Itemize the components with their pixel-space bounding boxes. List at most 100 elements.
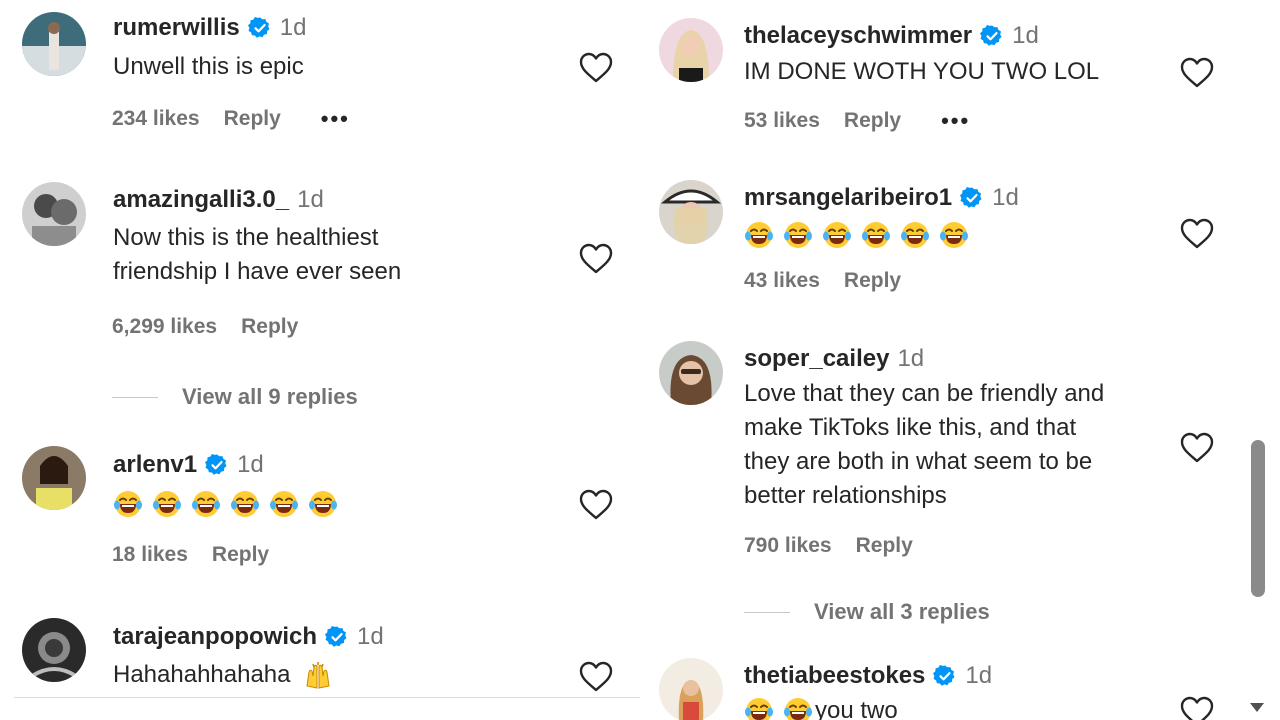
comment-text-line: friendship I have ever seen [113, 258, 402, 285]
comments-column-left: rumerwillis 1d Unwell this is epic 234 l… [0, 0, 640, 720]
replies-divider-line [112, 396, 158, 398]
face-with-tears-of-joy-icon [744, 696, 774, 720]
reply-button[interactable]: Reply [844, 269, 901, 293]
comment-text: Unwell this is epic [113, 53, 304, 80]
reply-button[interactable]: Reply [224, 107, 281, 131]
scrollbar-thumb[interactable] [1251, 440, 1265, 597]
like-heart-icon[interactable] [1180, 696, 1214, 720]
comment-text: Love that they can be friendly and make … [744, 377, 1104, 513]
comment-text-row: you two [744, 694, 898, 720]
username-link[interactable]: thelaceyschwimmer [744, 22, 972, 50]
verified-badge-icon [248, 16, 272, 40]
view-replies-button[interactable]: View all 3 replies [744, 599, 990, 625]
face-with-tears-of-joy-icon [783, 220, 813, 250]
comment-username-row: tarajeanpopowich 1d [113, 623, 384, 651]
avatar[interactable] [22, 12, 86, 76]
username-link[interactable]: arlenv1 [113, 451, 197, 479]
avatar[interactable] [659, 341, 723, 405]
likes-count[interactable]: 234 likes [112, 107, 200, 131]
username-link[interactable]: soper_cailey [744, 345, 889, 373]
face-with-tears-of-joy-icon [113, 489, 143, 519]
username-link[interactable]: thetiabeestokes [744, 662, 925, 690]
like-heart-icon[interactable] [1180, 432, 1214, 464]
face-with-tears-of-joy-icon [783, 696, 813, 720]
likes-count[interactable]: 6,299 likes [112, 315, 217, 339]
comment-time[interactable]: 1d [280, 14, 307, 42]
like-heart-icon[interactable] [579, 52, 613, 84]
verified-badge-icon [960, 186, 984, 210]
more-options-icon[interactable]: ••• [321, 106, 350, 132]
comment-username-row: arlenv1 1d [113, 451, 264, 479]
comment-username-row: soper_cailey 1d [744, 345, 924, 373]
scrollbar-track[interactable] [1242, 0, 1280, 720]
comment-username-row: amazingalli3.0_ 1d [113, 186, 324, 214]
avatar[interactable] [659, 180, 723, 244]
view-replies-button[interactable]: View all 9 replies [112, 384, 358, 410]
reply-button[interactable]: Reply [856, 534, 913, 558]
comment-username-row: mrsangelaribeiro1 1d [744, 184, 1019, 212]
avatar[interactable] [22, 182, 86, 246]
avatar[interactable] [22, 446, 86, 510]
face-with-tears-of-joy-icon [900, 220, 930, 250]
face-with-tears-of-joy-icon [822, 220, 852, 250]
comment-username-row: thetiabeestokes 1d [744, 662, 992, 690]
face-with-tears-of-joy-icon [939, 220, 969, 250]
comment-time[interactable]: 1d [965, 662, 992, 690]
face-with-tears-of-joy-icon [191, 489, 221, 519]
avatar[interactable] [659, 658, 723, 720]
like-heart-icon[interactable] [579, 243, 613, 275]
username-link[interactable]: rumerwillis [113, 14, 240, 42]
face-with-tears-of-joy-icon [744, 220, 774, 250]
comment-actions: 234 likes Reply ••• [112, 106, 350, 132]
face-with-tears-of-joy-icon [152, 489, 182, 519]
face-with-tears-of-joy-icon [230, 489, 260, 519]
comment-time[interactable]: 1d [992, 184, 1019, 212]
comment-time[interactable]: 1d [297, 186, 324, 214]
comment-text-line: they are both in what seem to be [744, 448, 1093, 475]
face-with-tears-of-joy-icon [308, 489, 338, 519]
username-link[interactable]: tarajeanpopowich [113, 623, 317, 651]
reply-button[interactable]: Reply [241, 315, 298, 339]
comment-actions: 53 likes Reply ••• [744, 108, 970, 134]
reply-button[interactable]: Reply [212, 543, 269, 567]
like-heart-icon[interactable] [579, 489, 613, 521]
comment-text: you two [815, 697, 898, 720]
username-link[interactable]: amazingalli3.0_ [113, 186, 289, 214]
comment-text-line: better relationships [744, 482, 947, 509]
comment-emoji-row [113, 486, 347, 520]
verified-badge-icon [933, 664, 957, 688]
comment-actions: 43 likes Reply [744, 269, 941, 293]
like-heart-icon[interactable] [579, 661, 613, 693]
face-with-tears-of-joy-icon [861, 220, 891, 250]
comments-column-right: thelaceyschwimmer 1d IM DONE WOTH YOU TW… [640, 0, 1242, 720]
face-with-tears-of-joy-icon [269, 489, 299, 519]
comment-username-row: thelaceyschwimmer 1d [744, 22, 1039, 50]
reply-button[interactable]: Reply [844, 109, 901, 133]
comment-time[interactable]: 1d [897, 345, 924, 373]
avatar[interactable] [659, 18, 723, 82]
comment-text: Hahahahhahaha [113, 661, 291, 688]
comment-actions: 18 likes Reply [112, 543, 309, 567]
likes-count[interactable]: 53 likes [744, 109, 820, 133]
comment-username-row: rumerwillis 1d [113, 14, 306, 42]
likes-count[interactable]: 18 likes [112, 543, 188, 567]
comment-time[interactable]: 1d [237, 451, 264, 479]
comment-text: Now this is the healthiest friendship I … [113, 221, 401, 289]
like-heart-icon[interactable] [1180, 57, 1214, 89]
input-divider [14, 697, 640, 698]
replies-divider-line [744, 611, 790, 613]
username-link[interactable]: mrsangelaribeiro1 [744, 184, 952, 212]
comment-text-line: Love that they can be friendly and [744, 380, 1105, 407]
likes-count[interactable]: 43 likes [744, 269, 820, 293]
comment-time[interactable]: 1d [357, 623, 384, 651]
avatar[interactable] [22, 618, 86, 682]
more-options-icon[interactable]: ••• [941, 108, 970, 134]
like-heart-icon[interactable] [1180, 218, 1214, 250]
comment-text: IM DONE WOTH YOU TWO LOL [744, 58, 1100, 85]
comment-text-row: Hahahahhahaha [113, 658, 342, 692]
view-replies-label: View all 9 replies [182, 384, 358, 409]
scroll-down-arrow-icon[interactable] [1250, 703, 1264, 712]
comment-text-line: Now this is the healthiest [113, 224, 379, 251]
likes-count[interactable]: 790 likes [744, 534, 832, 558]
comment-time[interactable]: 1d [1012, 22, 1039, 50]
